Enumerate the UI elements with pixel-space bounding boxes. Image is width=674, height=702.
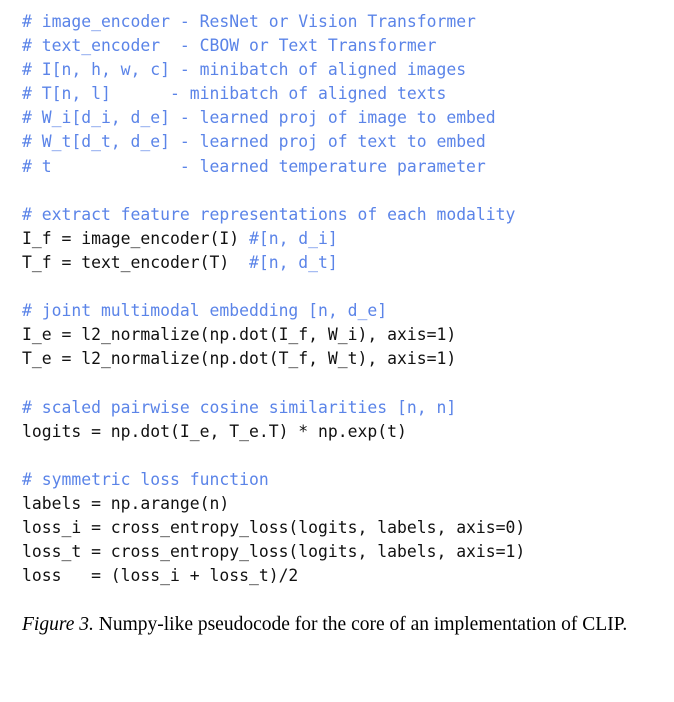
code-line: T_e = l2_normalize(np.dot(T_f, W_t), axi… xyxy=(22,347,662,371)
code-line: # I[n, h, w, c] - minibatch of aligned i… xyxy=(22,58,662,82)
figure-caption-label: Figure 3. xyxy=(22,614,94,635)
code-token: labels = np.arange(n) xyxy=(22,493,230,513)
code-line: T_f = text_encoder(T) #[n, d_t] xyxy=(22,251,662,275)
code-line: # text_encoder - CBOW or Text Transforme… xyxy=(22,34,662,58)
code-line: # T[n, l] - minibatch of aligned texts xyxy=(22,82,662,106)
code-comment-token: # t - learned temperature parameter xyxy=(22,156,486,176)
code-token: T_e = l2_normalize(np.dot(T_f, W_t), axi… xyxy=(22,349,457,369)
code-token: I_e = l2_normalize(np.dot(I_f, W_i), axi… xyxy=(22,325,457,345)
pseudocode-listing: # image_encoder - ResNet or Vision Trans… xyxy=(22,10,662,588)
code-line: # W_t[d_t, d_e] - learned proj of text t… xyxy=(22,130,662,154)
figure-container: # image_encoder - ResNet or Vision Trans… xyxy=(0,0,674,702)
code-line: loss = (loss_i + loss_t)/2 xyxy=(22,564,662,588)
code-token: logits = np.dot(I_e, T_e.T) * np.exp(t) xyxy=(22,421,407,441)
code-comment-token: # T[n, l] - minibatch of aligned texts xyxy=(22,84,447,104)
code-line: I_f = image_encoder(I) #[n, d_i] xyxy=(22,227,662,251)
figure-caption: Figure 3. Numpy-like pseudocode for the … xyxy=(22,612,656,639)
figure-caption-text: Numpy-like pseudocode for the core of an… xyxy=(93,614,628,635)
code-comment-token: #[n, d_i] xyxy=(248,228,338,248)
code-line: # t - learned temperature parameter xyxy=(22,155,662,179)
code-line: # W_i[d_i, d_e] - learned proj of image … xyxy=(22,106,662,130)
code-line: I_e = l2_normalize(np.dot(I_f, W_i), axi… xyxy=(22,323,662,347)
code-line: # symmetric loss function xyxy=(22,468,662,492)
code-token: I_f = image_encoder(I) xyxy=(22,228,249,248)
code-line: loss_t = cross_entropy_loss(logits, labe… xyxy=(22,540,662,564)
code-comment-token: # symmetric loss function xyxy=(22,469,269,489)
code-token: T_f = text_encoder(T) xyxy=(22,252,249,272)
code-line: loss_i = cross_entropy_loss(logits, labe… xyxy=(22,516,662,540)
code-comment-token: # scaled pairwise cosine similarities [n… xyxy=(22,397,457,417)
code-line: # extract feature representations of eac… xyxy=(22,203,662,227)
code-comment-token: # W_t[d_t, d_e] - learned proj of text t… xyxy=(22,132,486,152)
code-comment-token: # text_encoder - CBOW or Text Transforme… xyxy=(22,36,437,56)
code-comment-token: # image_encoder - ResNet or Vision Trans… xyxy=(22,12,476,31)
code-line: # scaled pairwise cosine similarities [n… xyxy=(22,396,662,420)
code-comment-token: # I[n, h, w, c] - minibatch of aligned i… xyxy=(22,60,467,80)
code-line: # image_encoder - ResNet or Vision Trans… xyxy=(22,10,662,34)
code-line: # joint multimodal embedding [n, d_e] xyxy=(22,299,662,323)
code-line: logits = np.dot(I_e, T_e.T) * np.exp(t) xyxy=(22,420,662,444)
code-token: loss_i = cross_entropy_loss(logits, labe… xyxy=(22,517,526,537)
code-token: loss_t = cross_entropy_loss(logits, labe… xyxy=(22,542,526,562)
code-comment-token: # extract feature representations of eac… xyxy=(22,204,516,224)
code-comment-token: #[n, d_t] xyxy=(248,252,338,272)
code-comment-token: # joint multimodal embedding [n, d_e] xyxy=(22,301,388,321)
code-line: labels = np.arange(n) xyxy=(22,492,662,516)
code-token: loss = (loss_i + loss_t)/2 xyxy=(22,566,299,586)
code-comment-token: # W_i[d_i, d_e] - learned proj of image … xyxy=(22,108,496,128)
